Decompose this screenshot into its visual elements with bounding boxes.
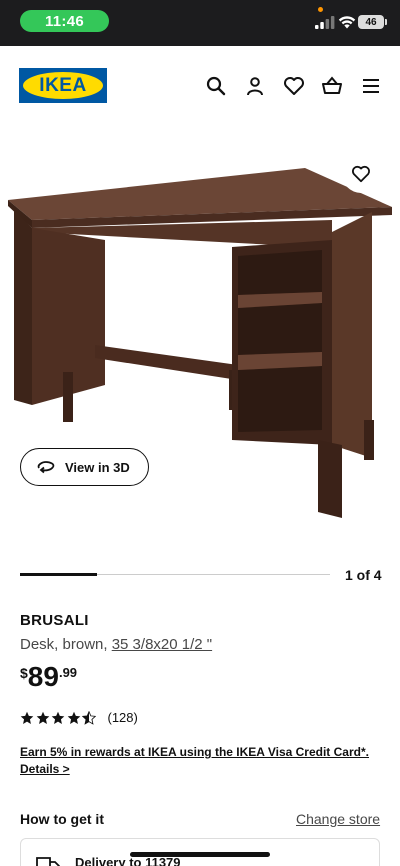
rotate-3d-icon <box>37 461 55 474</box>
status-bar: 11:46 46 <box>0 0 400 46</box>
product-rating[interactable]: (128) <box>20 710 138 725</box>
search-icon[interactable] <box>204 74 228 98</box>
rating-count: (128) <box>107 710 138 725</box>
gallery-pager-progress <box>20 573 97 576</box>
product-description-text: Desk, brown, <box>20 636 112 653</box>
status-time: 11:46 <box>20 10 109 32</box>
privacy-indicator-dot <box>318 7 323 12</box>
logo-text: IKEA <box>39 74 87 96</box>
heart-icon <box>352 165 370 183</box>
star-icon <box>51 711 65 724</box>
star-icon <box>20 711 34 724</box>
product-price: $ 89 .99 <box>20 662 77 692</box>
menu-icon[interactable] <box>359 74 383 98</box>
price-currency: $ <box>20 665 28 681</box>
promo-text[interactable]: Earn 5% in rewards at IKEA using the IKE… <box>20 744 380 761</box>
ikea-logo[interactable]: IKEA <box>19 68 107 103</box>
delivery-truck-icon <box>36 857 60 866</box>
home-indicator[interactable] <box>130 852 270 857</box>
add-to-wishlist-button[interactable] <box>342 155 380 193</box>
signal-icon <box>315 16 335 29</box>
star-icon <box>36 711 49 724</box>
profile-icon[interactable] <box>243 74 267 98</box>
change-store-link[interactable]: Change store <box>296 811 380 827</box>
gallery-pager-count: 1 of 4 <box>345 567 382 583</box>
half-star-icon <box>82 710 96 725</box>
product-size-link[interactable]: 35 3/8x20 1/2 " <box>112 636 212 653</box>
price-integer: 89 <box>27 661 59 692</box>
wifi-icon <box>338 16 356 29</box>
logo-oval: IKEA <box>23 72 103 99</box>
product-name: BRUSALI <box>20 612 89 629</box>
wishlist-icon[interactable] <box>282 74 306 98</box>
how-to-get-it-heading: How to get it <box>20 811 104 827</box>
view-in-3d-button[interactable]: View in 3D <box>20 448 149 486</box>
promo-details-link[interactable]: Details > <box>20 761 380 778</box>
star-icon <box>67 711 80 724</box>
battery-icon: 46 <box>358 15 387 29</box>
view-in-3d-label: View in 3D <box>65 459 130 475</box>
cart-icon[interactable] <box>320 74 344 98</box>
product-description: Desk, brown, 35 3/8x20 1/2 " <box>20 636 212 653</box>
credit-card-promo[interactable]: Earn 5% in rewards at IKEA using the IKE… <box>20 744 380 778</box>
price-decimal: .99 <box>58 665 78 680</box>
